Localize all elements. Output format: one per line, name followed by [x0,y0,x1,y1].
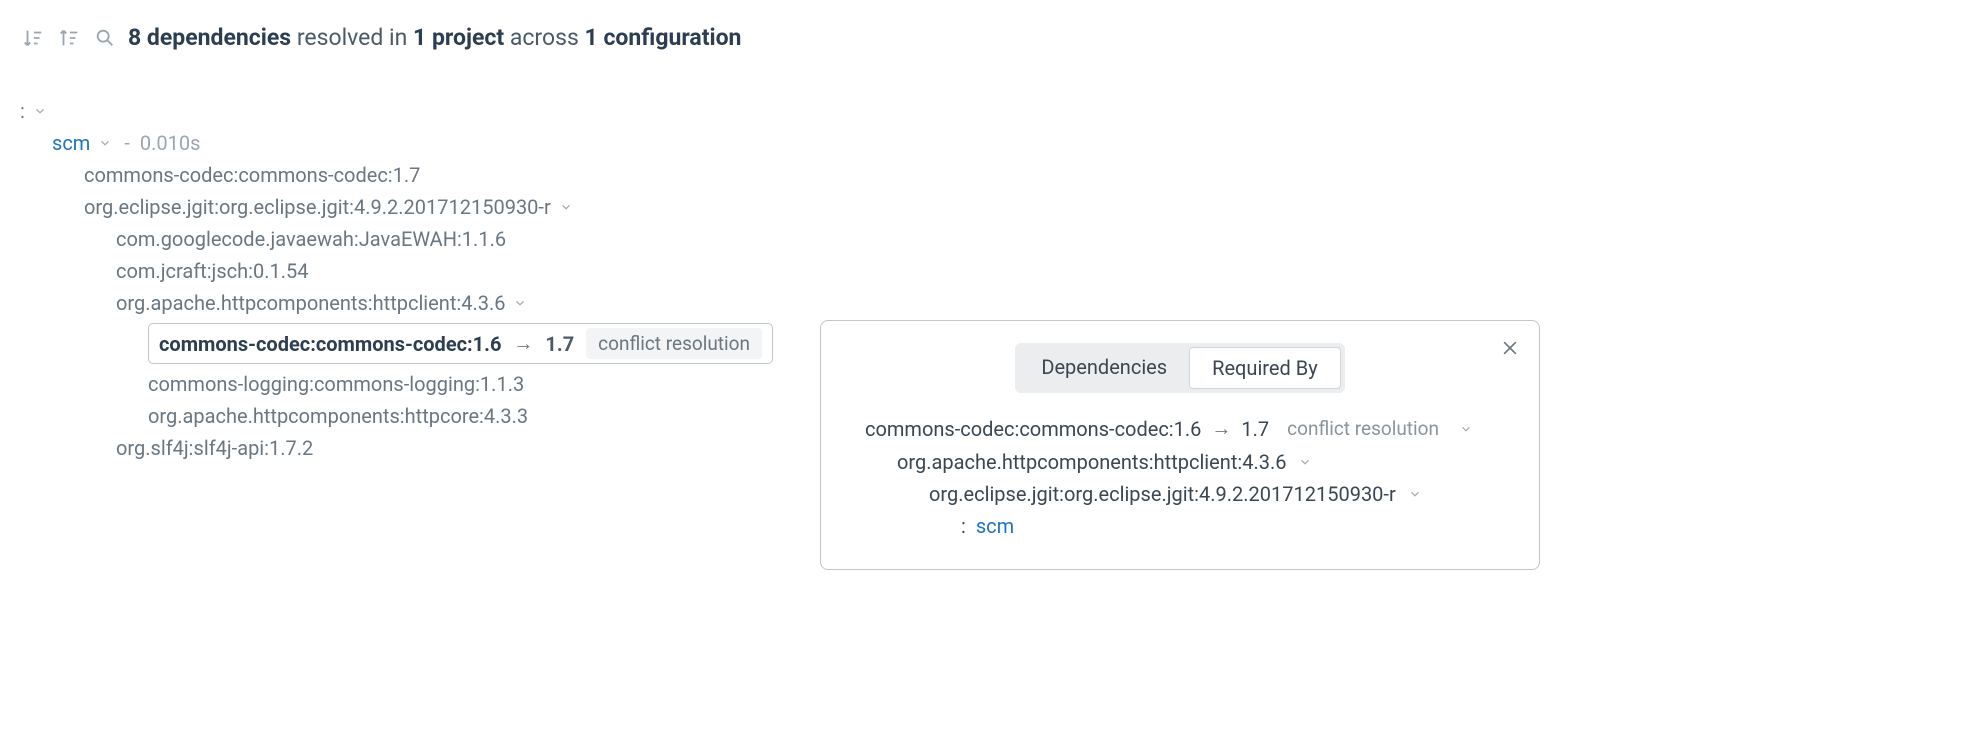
root-colon: : [20,99,25,123]
dep-name: org.apache.httpcomponents:httpclient:4.3… [897,450,1286,474]
scm-label[interactable]: scm [52,131,90,155]
root-node[interactable]: : [20,95,1960,127]
sort-up-icon[interactable] [56,25,82,51]
panel-row[interactable]: commons-codec:commons-codec:1.6 → 1.7 co… [845,411,1515,446]
chevron-down-icon[interactable] [1296,453,1314,471]
selected-dep[interactable]: commons-codec:commons-codec:1.6 → 1.7 co… [148,323,773,364]
dep-label: org.slf4j:slf4j-api:1.7.2 [116,436,313,460]
search-icon[interactable] [92,25,118,51]
chevron-down-icon[interactable] [31,102,49,120]
dep-label: com.googlecode.javaewah:JavaEWAH:1.1.6 [116,227,506,251]
dep-count: 8 dependencies [128,24,291,51]
close-icon[interactable] [1497,335,1523,361]
dep-label: commons-logging:commons-logging:1.1.3 [148,372,524,396]
header: 8 dependencies resolved in 1 project acr… [20,20,1960,75]
scm-link[interactable]: scm [976,514,1014,538]
conflict-badge: conflict resolution [1279,415,1447,442]
sort-down-icon[interactable] [20,25,46,51]
arrow-right-icon: → [1211,416,1231,441]
config-count: 1 configuration [585,24,742,51]
tab-group: Dependencies Required By [845,343,1515,393]
detail-panel: Dependencies Required By commons-codec:c… [820,320,1540,570]
resolution-time: 0.010s [140,131,201,155]
resolved-version: 1.7 [545,332,574,356]
dep-node[interactable]: commons-codec:commons-codec:1.7 [20,159,1960,191]
conflict-badge: conflict resolution [586,328,762,359]
arrow-right-icon: → [513,331,533,356]
dep-name: commons-codec:commons-codec:1.6 [159,332,501,356]
chevron-down-icon[interactable] [511,294,529,312]
tab-required-by[interactable]: Required By [1189,347,1341,389]
chevron-down-icon[interactable] [557,198,575,216]
chevron-down-icon[interactable] [96,134,114,152]
dep-label: com.jcraft:jsch:0.1.54 [116,259,309,283]
dep-name: commons-codec:commons-codec:1.6 [865,417,1201,441]
dep-label: org.apache.httpcomponents:httpclient:4.3… [116,291,505,315]
time-dash: - [120,131,134,155]
chevron-down-icon[interactable] [1406,485,1424,503]
config-node-scm[interactable]: scm - 0.010s [20,127,1960,159]
chevron-down-icon[interactable] [1457,420,1475,438]
tab-dependencies[interactable]: Dependencies [1019,347,1189,389]
dep-node[interactable]: com.googlecode.javaewah:JavaEWAH:1.1.6 [20,223,1960,255]
summary-text: 8 dependencies resolved in 1 project acr… [128,24,741,51]
panel-row[interactable]: org.apache.httpcomponents:httpclient:4.3… [845,446,1515,478]
dep-node[interactable]: com.jcraft:jsch:0.1.54 [20,255,1960,287]
resolved-version: 1.7 [1241,417,1269,441]
dep-node[interactable]: org.apache.httpcomponents:httpclient:4.3… [20,287,1960,319]
panel-row[interactable]: org.eclipse.jgit:org.eclipse.jgit:4.9.2.… [845,478,1515,510]
colon: : [961,514,966,538]
dep-node[interactable]: org.eclipse.jgit:org.eclipse.jgit:4.9.2.… [20,191,1960,223]
dep-label: org.apache.httpcomponents:httpcore:4.3.3 [148,404,528,428]
dep-label: commons-codec:commons-codec:1.7 [84,163,420,187]
panel-row[interactable]: : scm [845,510,1515,542]
dep-name: org.eclipse.jgit:org.eclipse.jgit:4.9.2.… [929,482,1396,506]
dep-label: org.eclipse.jgit:org.eclipse.jgit:4.9.2.… [84,195,551,219]
project-count: 1 project [413,24,504,51]
